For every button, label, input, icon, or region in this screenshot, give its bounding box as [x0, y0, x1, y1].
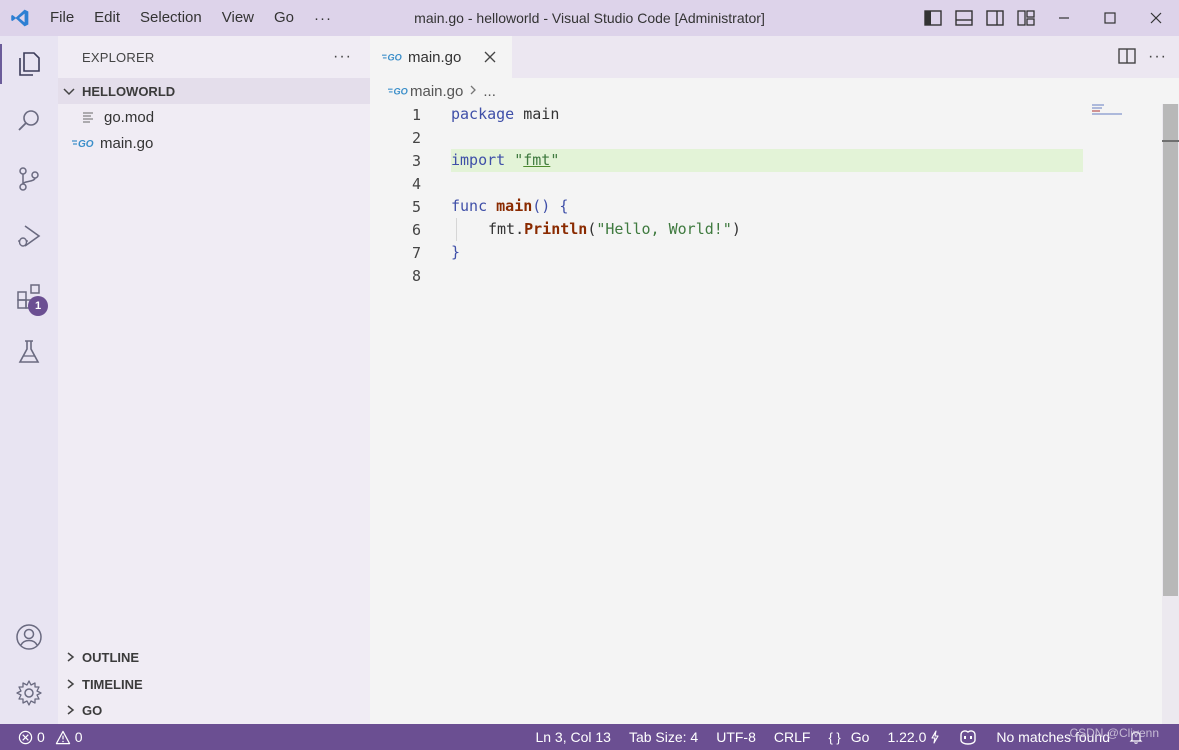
menu-file[interactable]: File [40, 0, 84, 36]
manage-gear-icon[interactable] [0, 669, 58, 717]
chevron-right-icon [469, 83, 477, 99]
explorer-more-actions-button[interactable]: ··· [333, 48, 352, 66]
go-version[interactable]: 1.22.0 [878, 729, 949, 745]
extensions-badge: 1 [28, 296, 48, 316]
line-number: 8 [411, 266, 421, 285]
code-line: 7 } [370, 241, 1162, 264]
chevron-right-icon [67, 652, 75, 662]
file-item-main-go[interactable]: GO main.go [58, 130, 370, 156]
close-icon[interactable] [482, 49, 498, 65]
watermark: CSDN @Clivenn [1069, 726, 1159, 740]
line-number: 2 [411, 128, 421, 147]
line-number: 6 [411, 220, 421, 239]
error-count: 0 [37, 729, 45, 745]
encoding[interactable]: UTF-8 [707, 729, 765, 745]
vscode-logo-icon [0, 0, 40, 36]
toggle-primary-sidebar-button[interactable] [917, 0, 948, 36]
end-of-line[interactable]: CRLF [765, 729, 820, 745]
explorer-icon[interactable] [0, 40, 58, 88]
scrollbar-thumb[interactable] [1163, 104, 1178, 596]
code-line: 1 package main [370, 103, 1162, 126]
code-line: 6 fmt.Println("Hello, World!") [370, 218, 1162, 241]
line-number: 4 [411, 174, 421, 193]
code-editor[interactable]: 1 package main 2 3 import "fmt" 4 5 func… [370, 103, 1162, 287]
braces-icon: { } [828, 729, 841, 745]
title-bar: File Edit Selection View Go ··· main.go … [0, 0, 1179, 36]
go-file-icon: GO [72, 137, 96, 149]
cursor-position[interactable]: Ln 3, Col 13 [526, 729, 620, 745]
line-number: 1 [411, 105, 421, 124]
split-editor-icon[interactable] [1118, 47, 1136, 67]
minimize-button[interactable] [1041, 0, 1087, 36]
close-window-button[interactable] [1133, 0, 1179, 36]
menu-more-button[interactable]: ··· [304, 10, 342, 27]
warning-icon [55, 730, 70, 744]
file-name: go.mod [104, 108, 155, 126]
go-file-icon: GO [382, 51, 404, 63]
timeline-section[interactable]: TIMELINE [58, 671, 370, 697]
editor-area: GO main.go ··· GO main.go ... 1 package … [370, 36, 1179, 724]
folder-helloworld[interactable]: HELLOWORLD [58, 78, 370, 104]
breadcrumb-symbol[interactable]: ... [483, 83, 496, 100]
outline-section[interactable]: OUTLINE [58, 644, 370, 670]
menu-selection[interactable]: Selection [130, 0, 212, 36]
menu-edit[interactable]: Edit [84, 0, 130, 36]
language-mode[interactable]: { } Go [819, 729, 878, 745]
text-file-icon [76, 111, 100, 123]
code-line: 4 [370, 172, 1162, 195]
warning-count: 0 [74, 729, 83, 745]
tab-main-go[interactable]: GO main.go [370, 36, 512, 78]
folder-name: HELLOWORLD [82, 83, 176, 99]
source-control-icon[interactable] [0, 155, 58, 203]
breadcrumb: GO main.go ... [370, 78, 1179, 104]
code-line-current: 3 import "fmt" [370, 149, 1162, 172]
line-number: 5 [411, 197, 421, 216]
explorer-sidebar: EXPLORER ··· HELLOWORLD go.mod GO main.g… [58, 36, 370, 724]
problems-status[interactable]: 0 0 [0, 729, 83, 745]
lightning-icon [931, 730, 939, 744]
tab-size[interactable]: Tab Size: 4 [620, 729, 707, 745]
status-bar: 0 0 Ln 3, Col 13 Tab Size: 4 UTF-8 CRLF … [0, 724, 1179, 750]
file-item-go-mod[interactable]: go.mod [58, 104, 370, 130]
search-icon[interactable] [0, 97, 58, 145]
menu-bar: File Edit Selection View Go ··· [40, 0, 342, 36]
cursor-position-marker [1162, 140, 1179, 142]
minimap[interactable] [1092, 104, 1132, 124]
go-section[interactable]: GO [58, 697, 370, 723]
copilot-icon[interactable] [949, 729, 987, 745]
menu-go[interactable]: Go [264, 0, 304, 36]
svg-text:GO: GO [78, 139, 94, 149]
tab-bar: GO main.go ··· [370, 36, 1179, 78]
chevron-right-icon [67, 679, 75, 689]
line-number: 7 [411, 243, 421, 262]
line-number: 3 [411, 151, 421, 170]
activity-bar: 1 [0, 36, 58, 724]
testing-icon[interactable] [0, 328, 58, 376]
chevron-right-icon [67, 705, 75, 715]
code-line: 5 func main() { [370, 195, 1162, 218]
svg-text:GO: GO [388, 53, 402, 63]
code-line: 8 [370, 264, 1162, 287]
file-name: main.go [100, 134, 154, 152]
vertical-scrollbar[interactable] [1162, 104, 1179, 724]
svg-text:GO: GO [394, 87, 408, 97]
toggle-panel-button[interactable] [948, 0, 979, 36]
tab-label: main.go [408, 48, 462, 66]
accounts-icon[interactable] [0, 613, 58, 661]
error-icon [18, 730, 33, 744]
chevron-down-icon [63, 88, 75, 96]
toggle-secondary-sidebar-button[interactable] [979, 0, 1010, 36]
maximize-button[interactable] [1087, 0, 1133, 36]
explorer-title: EXPLORER [82, 49, 155, 65]
extensions-icon[interactable]: 1 [0, 272, 58, 320]
customize-layout-button[interactable] [1010, 0, 1041, 36]
code-line: 2 [370, 126, 1162, 149]
menu-view[interactable]: View [212, 0, 264, 36]
run-and-debug-icon[interactable] [0, 212, 58, 260]
breadcrumb-file[interactable]: main.go [410, 83, 463, 100]
go-file-icon: GO [388, 85, 410, 97]
editor-more-actions-button[interactable]: ··· [1148, 48, 1167, 66]
